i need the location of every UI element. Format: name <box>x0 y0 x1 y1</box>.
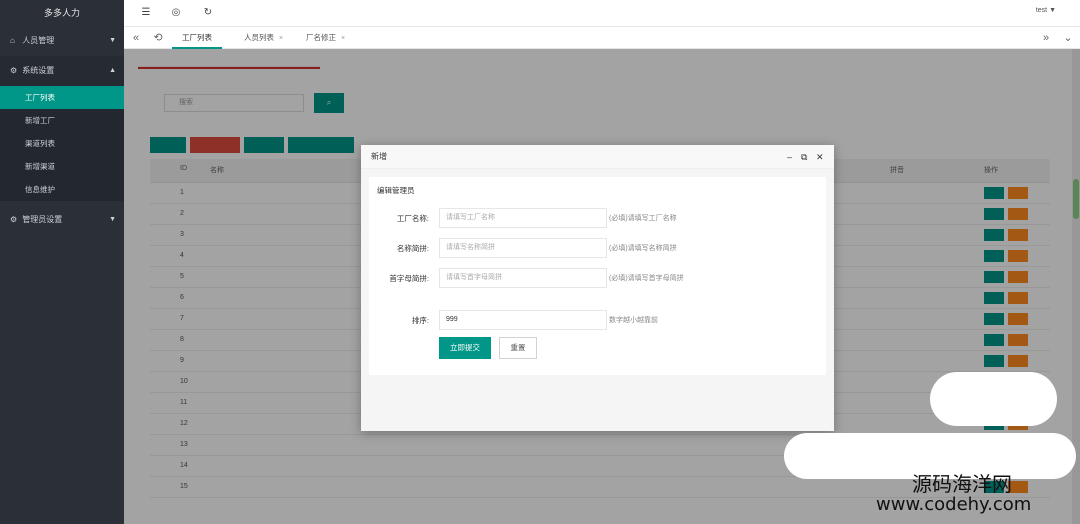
dialog-title-bar: 新增 – ⧉ ✕ <box>361 145 834 169</box>
watermark-blob <box>930 372 1057 426</box>
close-icon[interactable]: × <box>341 35 345 42</box>
dialog-title: 新增 <box>371 152 387 161</box>
sort-hint: 数字越小越靠前 <box>609 317 658 324</box>
tab-factory-name-fix[interactable]: 厂名修正 × <box>296 27 355 49</box>
watermark-url: www.codehy.com <box>876 494 1032 515</box>
tab-bar: « ⟲ 工厂列表 人员列表 × 厂名修正 × » ⌄ <box>124 27 1080 49</box>
maximize-icon[interactable]: ⧉ <box>801 145 807 169</box>
tab-personnel-list[interactable]: 人员列表 × <box>234 27 293 49</box>
tabs-menu-icon[interactable]: ⌄ <box>1060 30 1076 46</box>
factory-name-hint: (必填)请填写工厂名称 <box>609 215 677 222</box>
factory-name-input[interactable]: 请填写工厂名称 <box>439 208 607 228</box>
menu-fold-icon[interactable]: ☰ <box>138 5 154 21</box>
initials-hint: (必填)请填写首字母简拼 <box>609 275 684 282</box>
nav-group-label: 系统设置 <box>22 66 55 75</box>
caret-down-icon: ▼ <box>109 216 116 223</box>
section-heading: 编辑管理员 <box>377 186 415 195</box>
factory-name-label: 工厂名称: <box>396 214 429 223</box>
home-icon: ⌂ <box>10 36 15 45</box>
pinyin-input[interactable]: 请填写名称简拼 <box>439 238 607 258</box>
nav-group-label: 人员管理 <box>22 36 55 45</box>
nav-group-label: 管理员设置 <box>22 215 63 224</box>
initials-input[interactable]: 请填写首字母简拼 <box>439 268 607 288</box>
sort-label: 排序: <box>411 316 429 325</box>
home-tab-icon[interactable]: ⟲ <box>150 30 166 46</box>
sidebar-item-channel-list[interactable]: 渠道列表 <box>0 132 124 155</box>
minimize-icon[interactable]: – <box>787 145 792 169</box>
sidebar: 多多人力 ⌂ 人员管理 ▼ ⚙ 系统设置 ▲ 工厂列表 新增工厂 渠道列表 新增… <box>0 0 124 524</box>
tab-factory-list[interactable]: 工厂列表 <box>172 27 222 49</box>
sidebar-item-info-maintenance[interactable]: 信息维护 <box>0 178 124 201</box>
initials-label: 首字母简拼: <box>389 274 429 283</box>
nav-group-admin[interactable]: ⚙ 管理员设置 ▼ <box>0 205 124 235</box>
gear-icon: ⚙ <box>10 66 18 75</box>
watermark-text: 源码海洋网 <box>912 472 1012 496</box>
top-header: ☰ ◎ ↻ test ▼ <box>124 0 1080 27</box>
sort-input[interactable]: 999 <box>439 310 607 330</box>
user-menu[interactable]: test ▼ <box>1036 7 1056 14</box>
tabs-scroll-left-icon[interactable]: « <box>128 30 144 46</box>
reset-button[interactable]: 重置 <box>499 337 537 359</box>
caret-up-icon: ▲ <box>109 67 116 74</box>
tabs-scroll-right-icon[interactable]: » <box>1038 30 1054 46</box>
tab-label: 厂名修正 <box>306 33 336 42</box>
nav-group-system[interactable]: ⚙ 系统设置 ▲ <box>0 56 124 86</box>
app-logo: 多多人力 <box>0 0 124 26</box>
dialog-body: 编辑管理员 工厂名称: 请填写工厂名称 (必填)请填写工厂名称 名称简拼: 请填… <box>369 177 826 375</box>
refresh-icon[interactable]: ↻ <box>200 5 216 21</box>
close-icon[interactable]: ✕ <box>816 145 824 169</box>
tab-label: 工厂列表 <box>182 33 212 42</box>
pinyin-label: 名称简拼: <box>396 244 429 253</box>
add-factory-dialog: 新增 – ⧉ ✕ 编辑管理员 工厂名称: 请填写工厂名称 (必填)请填写工厂名称… <box>361 145 834 431</box>
gear-icon: ⚙ <box>10 215 18 224</box>
submit-button[interactable]: 立即提交 <box>439 337 491 359</box>
nav-group-personnel[interactable]: ⌂ 人员管理 ▼ <box>0 26 124 56</box>
pinyin-hint: (必填)请填写名称简拼 <box>609 245 677 252</box>
sidebar-item-add-channel[interactable]: 新增渠道 <box>0 155 124 178</box>
tab-label: 人员列表 <box>244 33 274 42</box>
target-icon[interactable]: ◎ <box>168 5 184 21</box>
caret-down-icon: ▼ <box>109 37 116 44</box>
username: test <box>1035 7 1048 14</box>
sidebar-item-add-factory[interactable]: 新增工厂 <box>0 109 124 132</box>
close-icon[interactable]: × <box>279 35 283 42</box>
sidebar-item-factory-list[interactable]: 工厂列表 <box>0 86 124 109</box>
caret-down-icon: ▼ <box>1049 7 1056 14</box>
